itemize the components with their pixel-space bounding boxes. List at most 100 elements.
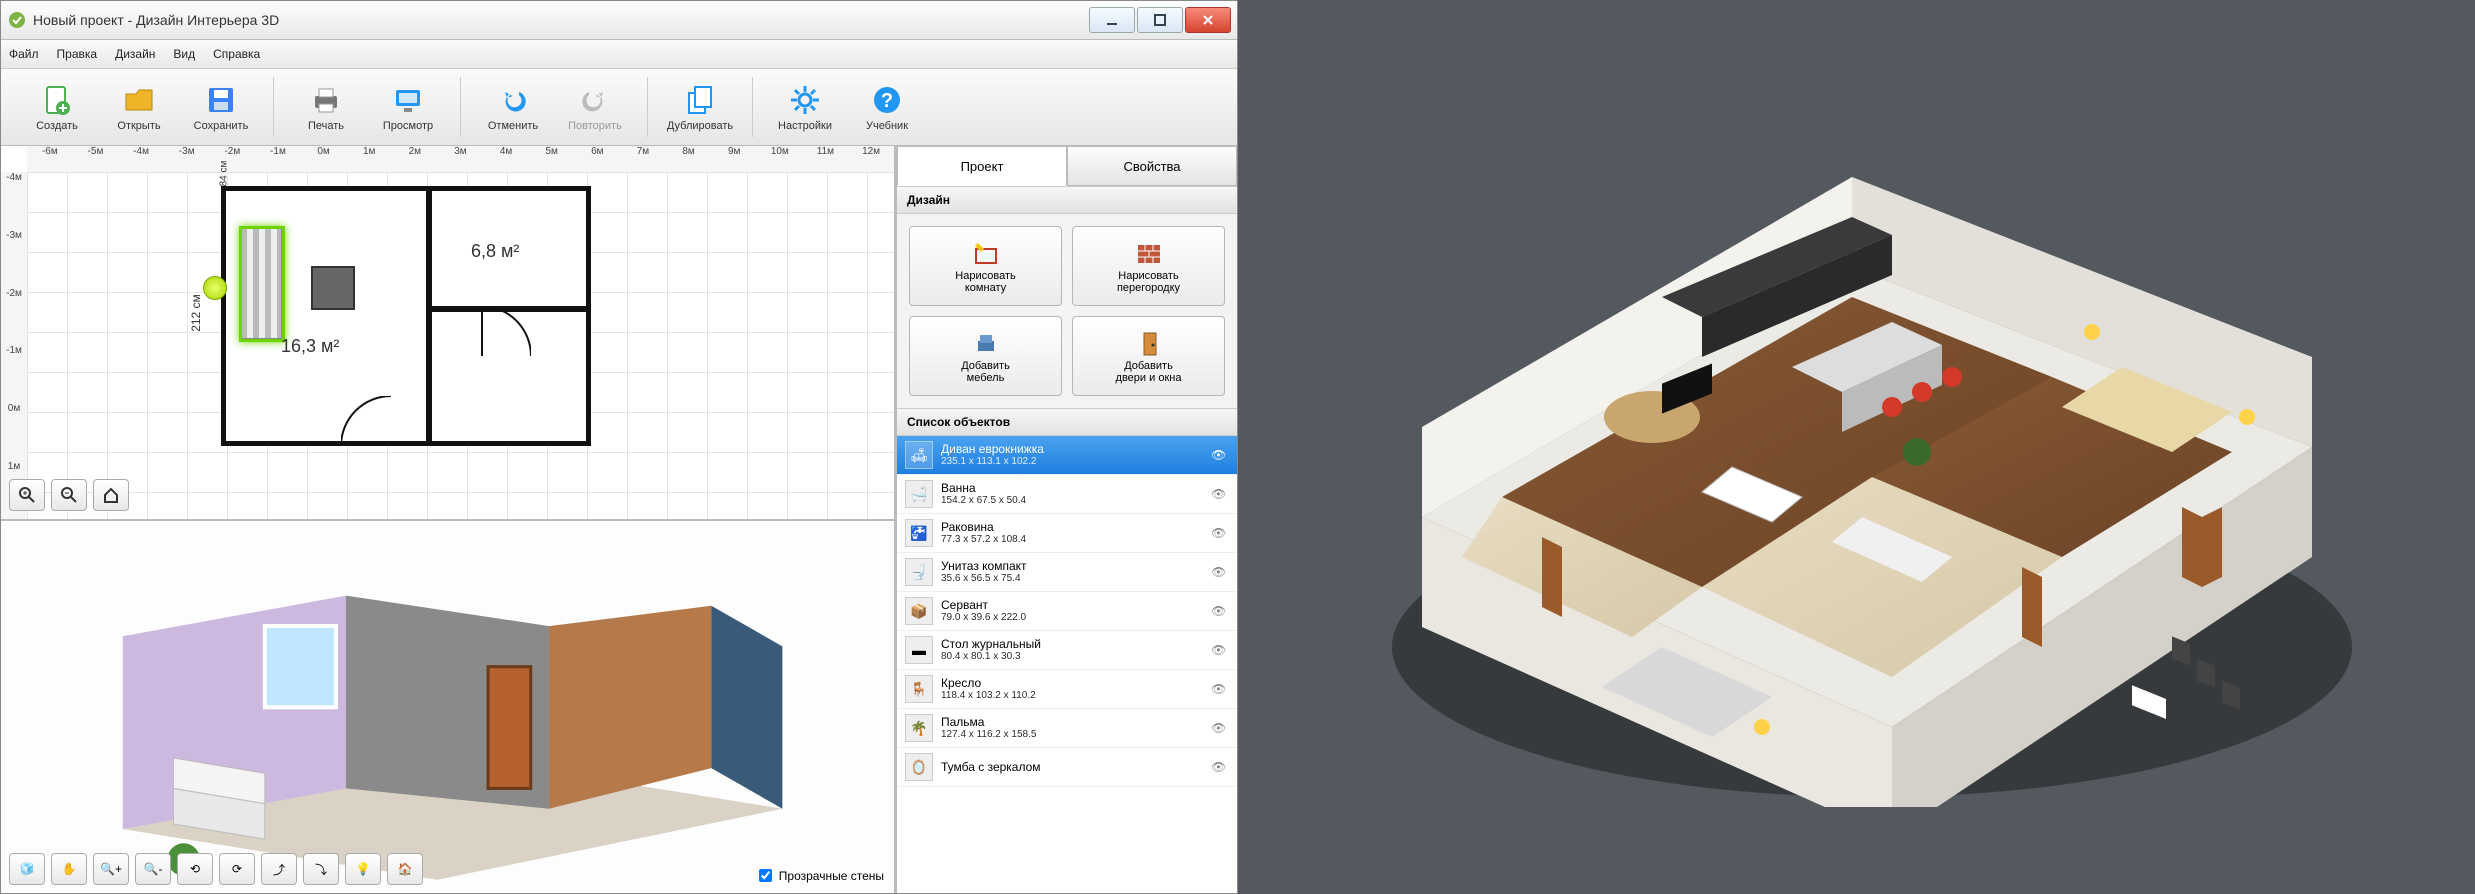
transparent-walls-input[interactable]: [759, 869, 772, 882]
preview-button[interactable]: Просмотр: [372, 82, 444, 132]
add-door-button[interactable]: Добавить двери и окна: [1072, 316, 1225, 396]
tab-properties[interactable]: Свойства: [1067, 146, 1237, 186]
settings-button[interactable]: Настройки: [769, 82, 841, 132]
object-list[interactable]: 🛋 Диван еврокнижка235.1 x 113.1 x 102.2 …: [897, 436, 1237, 893]
visibility-icon[interactable]: 👁: [1211, 487, 1229, 501]
new-button[interactable]: Создать: [21, 82, 93, 132]
design-button-label: Нарисовать перегородку: [1117, 270, 1180, 294]
ruler-horizontal: -6м-5м-4м-3м-2м-1м0м1м2м3м4м5м6м7м8м9м10…: [27, 146, 894, 173]
add-furn-button[interactable]: Добавить мебель: [909, 316, 1062, 396]
menu-design[interactable]: Дизайн: [115, 47, 155, 61]
orbit-right-button[interactable]: ⟳: [219, 853, 255, 885]
object-row[interactable]: 🛋 Диван еврокнижка235.1 x 113.1 x 102.2 …: [897, 436, 1237, 475]
draw-room-button[interactable]: Нарисовать комнату: [909, 226, 1062, 306]
ruler-tick: -4м: [1, 172, 27, 230]
transparent-walls-checkbox[interactable]: Прозрачные стены: [755, 866, 884, 885]
design-button-label: Добавить двери и окна: [1116, 360, 1182, 384]
redo-icon: [577, 82, 613, 118]
object-row[interactable]: 🌴 Пальма127.4 x 116.2 x 158.5 👁: [897, 709, 1237, 748]
folder-open-icon: [121, 82, 157, 118]
object-dims: 235.1 x 113.1 x 102.2: [941, 456, 1203, 468]
object-row[interactable]: 🚽 Унитаз компакт35.6 x 56.5 x 75.4 👁: [897, 553, 1237, 592]
pencil-room-icon: [972, 239, 1000, 267]
toolbar-label: Учебник: [866, 120, 908, 132]
preview-3d-view[interactable]: 🧊 ✋ 🔍+ 🔍- ⟲ ⟳ ⤴ ⤵ 💡 🏠 Прозрачные стены: [1, 521, 894, 894]
menu-file[interactable]: Файл: [9, 47, 39, 61]
object-row[interactable]: 🚰 Раковина77.3 x 57.2 x 108.4 👁: [897, 514, 1237, 553]
dim-top: 84 см: [218, 161, 229, 187]
minimize-button[interactable]: [1089, 7, 1135, 33]
zoom-out-button[interactable]: [51, 479, 87, 511]
light-button[interactable]: 💡: [345, 853, 381, 885]
zoom-out-3d-button[interactable]: 🔍-: [135, 853, 171, 885]
help-button[interactable]: ? Учебник: [851, 82, 923, 132]
toolbar-label: Сохранить: [194, 120, 249, 132]
floorplan-2d-view[interactable]: -6м-5м-4м-3м-2м-1м0м1м2м3м4м5м6м7м8м9м10…: [1, 146, 894, 521]
object-row[interactable]: 🪞 Тумба с зеркалом 👁: [897, 748, 1237, 787]
ruler-tick: 2м: [392, 146, 438, 172]
monitor-icon: [390, 82, 426, 118]
print-button[interactable]: Печать: [290, 82, 362, 132]
transparent-walls-label: Прозрачные стены: [779, 869, 884, 883]
undo-button[interactable]: Отменить: [477, 82, 549, 132]
menu-help[interactable]: Справка: [213, 47, 260, 61]
visibility-icon[interactable]: 👁: [1211, 448, 1229, 462]
help-icon: ?: [869, 82, 905, 118]
object-row[interactable]: 🪑 Кресло118.4 x 103.2 x 110.2 👁: [897, 670, 1237, 709]
object-row[interactable]: 📦 Сервант79.0 x 39.6 x 222.0 👁: [897, 592, 1237, 631]
zoom-in-button[interactable]: [9, 479, 45, 511]
zoom-in-3d-button[interactable]: 🔍+: [93, 853, 129, 885]
orbit-left-button[interactable]: ⟲: [177, 853, 213, 885]
visibility-icon[interactable]: 👁: [1211, 526, 1229, 540]
design-button-label: Нарисовать комнату: [955, 270, 1015, 294]
save-button[interactable]: Сохранить: [185, 82, 257, 132]
objects-header: Список объектов: [897, 408, 1237, 436]
ruler-tick: 3м: [438, 146, 484, 172]
duplicate-icon: [682, 82, 718, 118]
object-name: Сервант: [941, 598, 1203, 612]
home-3d-button[interactable]: 🏠: [387, 853, 423, 885]
visibility-icon[interactable]: 👁: [1211, 565, 1229, 579]
tilt-up-button[interactable]: ⤴: [261, 853, 297, 885]
object-name: Раковина: [941, 520, 1203, 534]
object-thumb-icon: 🌴: [905, 714, 933, 742]
visibility-icon[interactable]: 👁: [1211, 604, 1229, 618]
view-3d-button[interactable]: 🧊: [9, 853, 45, 885]
draw-wall-button[interactable]: Нарисовать перегородку: [1072, 226, 1225, 306]
ruler-tick: 11м: [803, 146, 849, 172]
menu-view[interactable]: Вид: [173, 47, 195, 61]
room1-area: 16,3 м²: [281, 336, 339, 357]
object-row[interactable]: ▬ Стол журнальный80.4 x 80.1 x 30.3 👁: [897, 631, 1237, 670]
dup-button[interactable]: Дублировать: [664, 82, 736, 132]
toolbar-label: Открыть: [117, 120, 160, 132]
menu-edit[interactable]: Правка: [57, 47, 98, 61]
tilt-down-button[interactable]: ⤵: [303, 853, 339, 885]
tab-project[interactable]: Проект: [897, 146, 1067, 186]
visibility-icon[interactable]: 👁: [1211, 682, 1229, 696]
ruler-tick: 0м: [301, 146, 347, 172]
close-button[interactable]: [1185, 7, 1231, 33]
toolbar-label: Печать: [308, 120, 344, 132]
visibility-icon[interactable]: 👁: [1211, 721, 1229, 735]
home-button[interactable]: [93, 479, 129, 511]
object-dims: 77.3 x 57.2 x 108.4: [941, 534, 1203, 546]
open-button[interactable]: Открыть: [103, 82, 175, 132]
ruler-tick: -1м: [1, 345, 27, 403]
floppy-icon: [203, 82, 239, 118]
visibility-icon[interactable]: 👁: [1211, 760, 1229, 774]
toolbar-label: Дублировать: [667, 120, 733, 132]
pan-button[interactable]: ✋: [51, 853, 87, 885]
object-thumb-icon: 🛁: [905, 480, 933, 508]
ruler-tick: 9м: [711, 146, 757, 172]
object-thumb-icon: 🛋: [905, 441, 933, 469]
ruler-tick: -2м: [210, 146, 256, 172]
object-row[interactable]: 🛁 Ванна154.2 x 67.5 x 50.4 👁: [897, 475, 1237, 514]
render-preview: [1238, 0, 2475, 894]
room2-area: 6,8 м²: [471, 241, 519, 262]
printer-icon: [308, 82, 344, 118]
maximize-button[interactable]: [1137, 7, 1183, 33]
visibility-icon[interactable]: 👁: [1211, 643, 1229, 657]
ruler-tick: 5м: [529, 146, 575, 172]
floorplan-drawing: 16,3 м² 6,8 м² 212 см 84 см: [221, 186, 591, 446]
ruler-tick: -3м: [1, 230, 27, 288]
